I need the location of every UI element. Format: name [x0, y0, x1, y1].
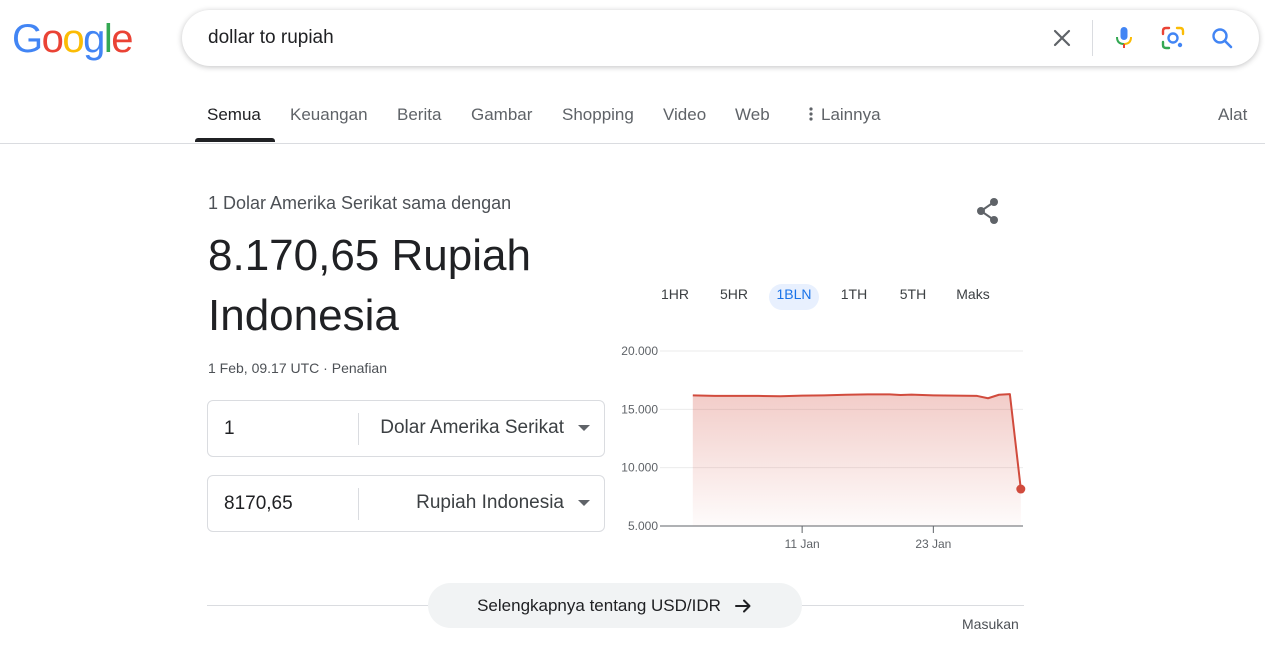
more-about-button[interactable]: Selengkapnya tentang USD/IDR — [428, 583, 802, 628]
range-1bln[interactable]: 1BLN — [769, 284, 819, 310]
to-converter-row: 8170,65 Rupiah Indonesia — [207, 475, 605, 532]
conversion-result-line2: Indonesia — [208, 291, 399, 340]
tab-shopping[interactable]: Shopping — [562, 105, 634, 125]
tab-semua[interactable]: Semua — [207, 105, 261, 125]
exchange-rate-chart[interactable]: 20.000 15.000 10.000 5.000 11 Jan 23 Jan — [610, 338, 1030, 558]
feedback-link[interactable]: Masukan — [962, 616, 1019, 632]
more-about-label: Selengkapnya tentang USD/IDR — [477, 595, 721, 615]
to-amount-input[interactable]: 8170,65 — [224, 493, 293, 515]
from-amount-input[interactable]: 1 — [224, 418, 235, 440]
tools-button[interactable]: Alat — [1218, 105, 1247, 125]
range-1hr[interactable]: 1HR — [652, 284, 698, 310]
tab-lainnya-label: Lainnya — [821, 105, 881, 124]
logo-letter: o — [62, 17, 84, 61]
lens-icon[interactable] — [1159, 24, 1187, 52]
y-tick-label: 5.000 — [628, 519, 658, 533]
conversion-subtitle: 1 Dolar Amerika Serikat sama dengan — [208, 193, 512, 213]
search-input[interactable]: dollar to rupiah — [208, 27, 334, 49]
range-maks[interactable]: Maks — [948, 284, 998, 310]
to-currency-select[interactable]: Rupiah Indonesia — [416, 492, 564, 514]
y-tick-label: 10.000 — [621, 461, 658, 475]
tab-keuangan[interactable]: Keuangan — [290, 105, 368, 125]
range-5th[interactable]: 5TH — [890, 284, 936, 310]
latest-point[interactable] — [1016, 484, 1026, 494]
logo-letter: e — [111, 17, 133, 61]
tab-web[interactable]: Web — [735, 105, 770, 125]
logo-letter: o — [41, 17, 64, 61]
conversion-result-line1: 8.170,65 Rupiah — [208, 231, 531, 280]
logo-letter: g — [83, 17, 105, 61]
disclaimer-link[interactable]: Penafian — [332, 360, 387, 376]
search-divider — [1092, 20, 1093, 56]
close-icon[interactable] — [1048, 24, 1076, 52]
chevron-down-icon[interactable] — [578, 425, 590, 431]
logo-letter: l — [103, 17, 113, 61]
from-converter-row: 1 Dolar Amerika Serikat — [207, 400, 605, 457]
active-tab-indicator — [195, 138, 275, 142]
chevron-down-icon[interactable] — [578, 500, 590, 506]
logo-letter: G — [12, 17, 43, 61]
timestamp-text: 1 Feb, 09.17 UTC — [208, 360, 320, 376]
tab-berita[interactable]: Berita — [397, 105, 441, 125]
converter-divider — [358, 413, 359, 445]
share-icon[interactable] — [972, 195, 1004, 227]
from-currency-select[interactable]: Dolar Amerika Serikat — [380, 417, 564, 439]
search-tabs: Semua Keuangan Berita Gambar Shopping Vi… — [0, 92, 1265, 144]
range-1th[interactable]: 1TH — [831, 284, 877, 310]
y-tick-label: 20.000 — [621, 344, 658, 358]
range-5hr[interactable]: 5HR — [711, 284, 757, 310]
search-box[interactable]: dollar to rupiah — [182, 10, 1259, 66]
google-logo[interactable]: Google — [12, 16, 133, 62]
converter-divider — [358, 488, 359, 520]
conversion-timestamp: 1 Feb, 09.17 UTC · Penafian — [208, 360, 387, 376]
x-tick-label: 11 Jan — [785, 537, 820, 551]
tab-gambar[interactable]: Gambar — [471, 105, 532, 125]
y-tick-label: 15.000 — [621, 402, 658, 416]
more-vert-icon — [809, 107, 813, 121]
tab-video[interactable]: Video — [663, 105, 706, 125]
search-icon[interactable] — [1208, 24, 1236, 52]
series-area — [692, 394, 1021, 526]
conversion-result: 8.170,65 Rupiah Indonesia — [208, 226, 608, 346]
tab-lainnya[interactable]: Lainnya — [805, 105, 881, 125]
arrow-right-icon — [733, 596, 753, 616]
timestamp-separator: · — [319, 360, 332, 376]
microphone-icon[interactable] — [1110, 24, 1138, 52]
x-tick-label: 23 Jan — [915, 537, 951, 551]
